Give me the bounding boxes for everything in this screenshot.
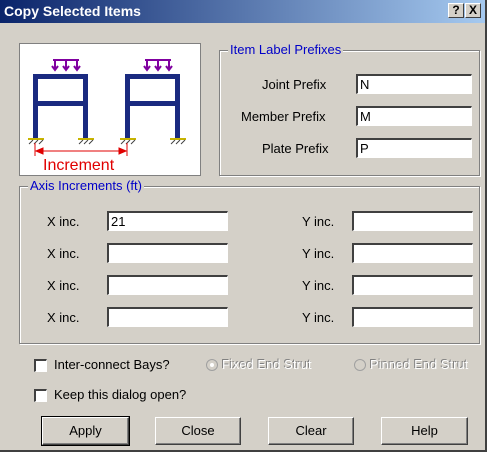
load-arrows-left-icon <box>51 59 81 72</box>
close-icon: X <box>468 3 477 17</box>
fixed-end-strut-radio[interactable] <box>206 359 218 371</box>
keep-dialog-open-checkbox[interactable] <box>34 389 47 402</box>
joint-prefix-field[interactable]: N <box>356 74 472 94</box>
fixed-end-strut-label: Fixed End Strut <box>222 357 312 372</box>
x-inc-field[interactable] <box>107 307 228 327</box>
x-inc-label: X inc. <box>47 310 80 325</box>
member-prefix-field[interactable]: M <box>356 106 472 126</box>
portal-frames-diagram: Increment <box>28 59 186 174</box>
y-inc-field[interactable] <box>352 275 473 295</box>
apply-button[interactable]: Apply <box>41 416 130 446</box>
x-inc-field[interactable]: 21 <box>107 211 228 231</box>
x-inc-label: X inc. <box>47 278 80 293</box>
member-prefix-label: Member Prefix <box>241 109 326 124</box>
pinned-end-strut-radio[interactable] <box>354 359 366 371</box>
y-inc-label: Y inc. <box>302 214 335 229</box>
left-frame-icon <box>33 74 88 138</box>
increment-label: Increment <box>43 157 115 174</box>
x-inc-field[interactable] <box>107 243 228 263</box>
support-hatch-icons <box>28 139 186 145</box>
x-inc-label: X inc. <box>47 214 80 229</box>
y-inc-label: Y inc. <box>302 246 335 261</box>
copy-selected-items-dialog: Copy Selected Items ? X Increment Item L… <box>0 0 487 452</box>
close-button[interactable]: Close <box>155 417 241 445</box>
plate-prefix-field[interactable]: P <box>356 138 472 158</box>
item-label-prefixes-legend: Item Label Prefixes <box>228 42 344 57</box>
help-button[interactable]: Help <box>381 417 468 445</box>
interconnect-bays-label: Inter-connect Bays? <box>54 357 170 372</box>
plate-prefix-label: Plate Prefix <box>262 141 329 156</box>
increment-dimension-icon <box>34 143 128 156</box>
x-inc-field[interactable] <box>107 275 228 295</box>
y-inc-field[interactable] <box>352 243 473 263</box>
close-title-button[interactable]: X <box>465 3 481 18</box>
joint-prefix-label: Joint Prefix <box>262 77 327 92</box>
x-inc-label: X inc. <box>47 246 80 261</box>
right-frame-icon <box>125 74 180 138</box>
frame-illustration: Increment <box>19 43 201 176</box>
dialog-title: Copy Selected Items <box>4 3 141 19</box>
load-arrows-right-icon <box>143 59 173 72</box>
keep-dialog-open-label: Keep this dialog open? <box>54 387 187 402</box>
y-inc-label: Y inc. <box>302 278 335 293</box>
title-bar[interactable]: Copy Selected Items ? X <box>0 0 485 23</box>
interconnect-bays-checkbox[interactable] <box>34 359 47 372</box>
axis-increments-legend: Axis Increments (ft) <box>28 178 144 193</box>
clear-button[interactable]: Clear <box>268 417 354 445</box>
y-inc-field[interactable] <box>352 211 473 231</box>
pinned-end-strut-label: Pinned End Strut <box>370 357 469 372</box>
y-inc-label: Y inc. <box>302 310 335 325</box>
y-inc-field[interactable] <box>352 307 473 327</box>
help-title-button[interactable]: ? <box>448 3 464 18</box>
help-icon: ? <box>452 3 460 17</box>
